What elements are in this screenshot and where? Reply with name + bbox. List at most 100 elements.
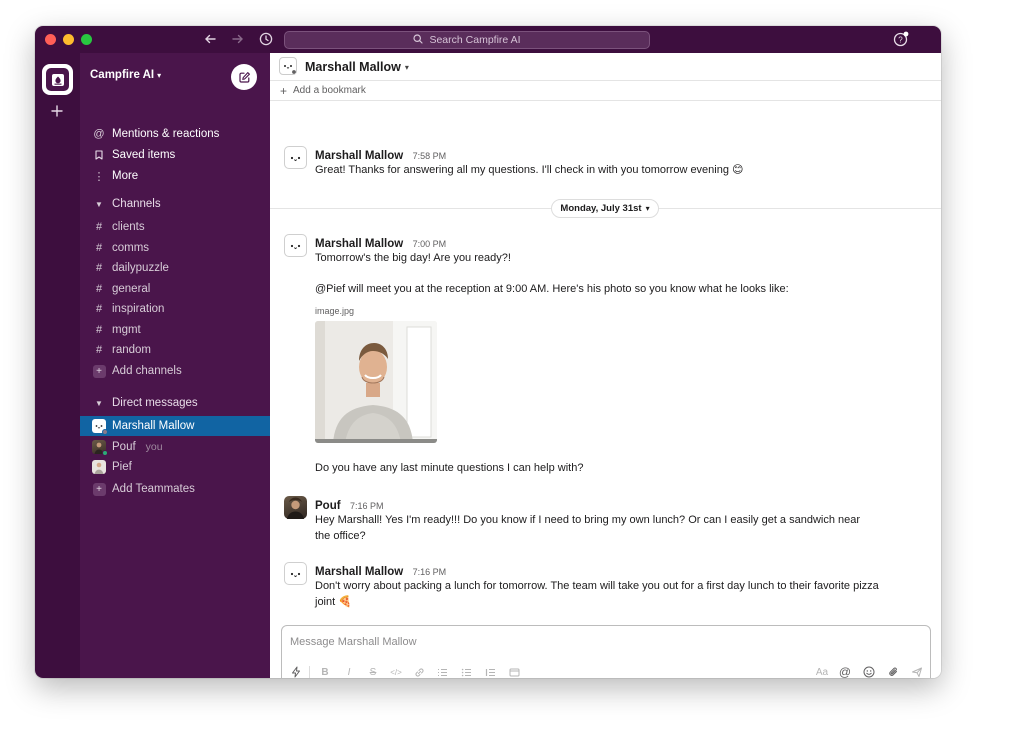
channels-section-header[interactable]: ▼ Channels [80, 194, 270, 214]
message-time[interactable]: 7:00 PM [413, 239, 447, 249]
formatting-toggle-button[interactable]: Aa [810, 664, 834, 678]
message-input[interactable] [290, 636, 910, 648]
sidebar-dm-marshall-mallow[interactable]: Marshall Mallow [80, 416, 270, 436]
bold-icon[interactable]: B [317, 664, 333, 678]
bookmark-bar: + Add a bookmark [270, 81, 941, 101]
sidebar-channel-mgmt[interactable]: # mgmt [80, 320, 270, 340]
sidebar-item-saved[interactable]: Saved items [80, 145, 270, 165]
hash-icon: # [95, 303, 103, 315]
add-teammates-button[interactable]: + Add Teammates [80, 479, 270, 499]
add-workspace-button[interactable] [47, 101, 67, 121]
chevron-down-icon: ▾ [404, 62, 409, 72]
bookmark-icon [90, 150, 108, 160]
emoji-icon[interactable] [861, 664, 877, 678]
code-block-icon[interactable] [506, 664, 522, 678]
marshall-mallow-avatar[interactable] [284, 234, 307, 257]
history-navigation [201, 30, 275, 48]
sidebar-channel-clients[interactable]: # clients [80, 217, 270, 237]
message-text: Don't worry about packing a lunch for to… [315, 580, 879, 608]
marshall-mallow-avatar[interactable] [284, 146, 307, 169]
send-icon[interactable] [909, 664, 925, 678]
chevron-down-icon: ▾ [157, 70, 162, 80]
mention-icon[interactable]: @ [837, 664, 853, 678]
italic-icon[interactable]: I [341, 664, 357, 678]
message-author[interactable]: Pouf [315, 500, 341, 512]
paperclip-icon[interactable] [885, 664, 901, 678]
message-time[interactable]: 7:16 PM [413, 567, 447, 577]
workspace-name-button[interactable]: Campfire AI ▾ [90, 69, 161, 81]
arrow-left-icon[interactable] [201, 30, 219, 48]
dm-section-header[interactable]: ▼ Direct messages [80, 393, 270, 413]
workspace-rail [35, 53, 80, 678]
bulleted-list-icon[interactable] [458, 664, 474, 678]
channel-header: Marshall Mallow ▾ [270, 53, 941, 81]
search-input[interactable]: Search Campfire AI [284, 31, 650, 49]
maximize-window-button[interactable] [81, 34, 92, 45]
workspace-switcher-button[interactable] [42, 64, 73, 95]
date-divider-button[interactable]: Monday, July 31st ▾ [551, 199, 659, 218]
plus-icon: + [280, 83, 288, 98]
more-vertical-icon: ⋮ [93, 170, 105, 183]
sidebar-channel-inspiration[interactable]: # inspiration [80, 299, 270, 319]
add-channels-button[interactable]: + Add channels [80, 361, 270, 381]
add-bookmark-button[interactable]: Add a bookmark [293, 85, 366, 96]
blockquote-icon[interactable] [482, 664, 498, 678]
message-author[interactable]: Marshall Mallow [315, 566, 403, 578]
marshall-mallow-avatar [279, 57, 297, 75]
file-name[interactable]: image.jpg [315, 306, 354, 316]
clock-icon[interactable] [257, 30, 275, 48]
marshall-mallow-avatar [92, 419, 108, 435]
sidebar-channel-general[interactable]: # general [80, 279, 270, 299]
pouf-avatar[interactable] [284, 496, 307, 519]
hash-icon: # [95, 344, 103, 356]
marshall-mallow-avatar[interactable] [284, 562, 307, 585]
sidebar: Campfire AI ▾ @ Mentions & reactions Sav… [80, 53, 270, 678]
conversation-pane: Marshall Mallow ▾ + Add a bookmark Marsh… [270, 53, 941, 678]
sidebar-channel-random[interactable]: # random [80, 340, 270, 360]
search-icon [413, 33, 424, 47]
caret-down-icon: ▼ [95, 398, 103, 408]
message-text: Hey Marshall! Yes I'm ready!!! Do you kn… [315, 514, 861, 542]
message-text: @Pief will meet you at the reception at … [315, 283, 789, 295]
sidebar-dm-pouf[interactable]: Pouf you [80, 437, 270, 457]
hash-icon: # [95, 262, 103, 274]
svg-text:?: ? [898, 36, 903, 45]
compose-icon [238, 71, 250, 83]
ordered-list-icon[interactable] [434, 664, 450, 678]
sidebar-item-more[interactable]: ⋮ More [80, 166, 270, 186]
presence-dot [102, 429, 108, 435]
date-label: Monday, July 31st [560, 203, 642, 214]
title-bar: Search Campfire AI ? [35, 26, 941, 53]
compose-button[interactable] [231, 64, 257, 90]
sidebar-item-mentions[interactable]: @ Mentions & reactions [80, 124, 270, 144]
at-icon: @ [93, 128, 105, 140]
strikethrough-icon[interactable]: S [365, 664, 381, 678]
minimize-window-button[interactable] [63, 34, 74, 45]
code-icon[interactable]: </> [388, 664, 404, 678]
hash-icon: # [95, 324, 103, 336]
sidebar-channel-comms[interactable]: # comms [80, 238, 270, 258]
message-composer: B I S </> Aa @ [281, 625, 931, 678]
search-placeholder: Search Campfire AI [429, 34, 521, 46]
hash-icon: # [95, 242, 103, 254]
pief-avatar [92, 460, 106, 474]
message-time[interactable]: 7:58 PM [413, 151, 447, 161]
message-author[interactable]: Marshall Mallow [315, 150, 403, 162]
help-icon[interactable]: ? [893, 31, 909, 47]
sidebar-dm-pief[interactable]: Pief [80, 457, 270, 477]
workspace-name: Campfire AI [90, 69, 155, 81]
sidebar-channel-dailypuzzle[interactable]: # dailypuzzle [80, 258, 270, 278]
presence-dot [102, 450, 108, 456]
message-time[interactable]: 7:16 PM [350, 501, 384, 511]
message-author[interactable]: Marshall Mallow [315, 238, 403, 250]
link-icon[interactable] [411, 664, 427, 678]
arrow-right-icon[interactable] [229, 30, 247, 48]
caret-down-icon: ▼ [95, 199, 103, 209]
close-window-button[interactable] [45, 34, 56, 45]
channel-name-button[interactable]: Marshall Mallow ▾ [305, 60, 409, 74]
attached-photo[interactable] [315, 321, 437, 443]
shortcuts-lightning-icon[interactable] [288, 664, 304, 678]
app-window: Search Campfire AI ? Campfire AI ▾ @ Men… [35, 26, 941, 678]
message-text: Tomorrow's the big day! Are you ready?! [315, 252, 511, 264]
message-text: Great! Thanks for answering all my quest… [315, 164, 744, 176]
